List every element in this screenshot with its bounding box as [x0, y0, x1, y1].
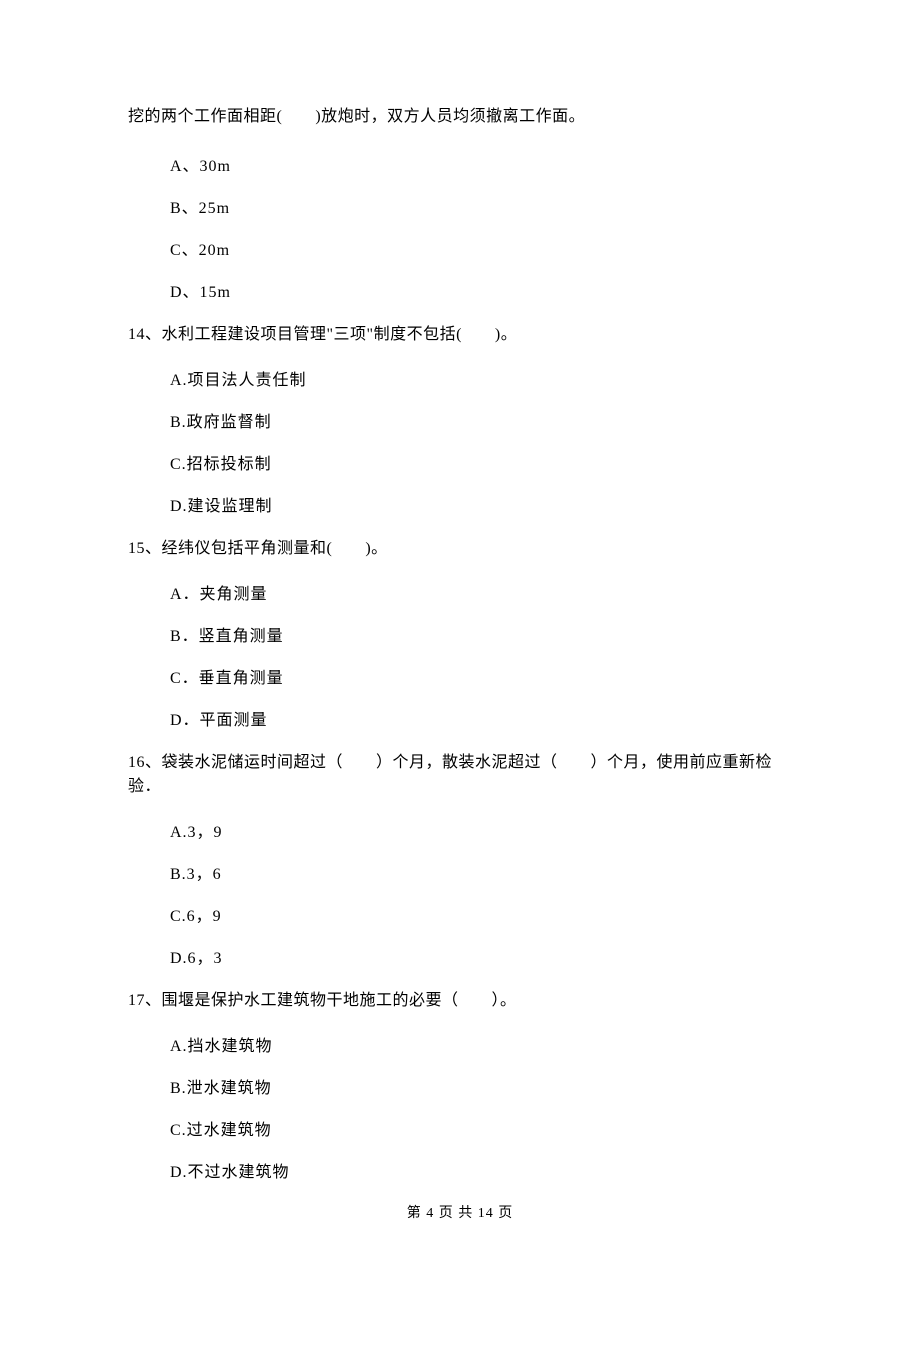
option-d: D.不过水建筑物	[170, 1161, 792, 1185]
option-c: C．垂直角测量	[170, 667, 792, 691]
question-fragment-continuation: 挖的两个工作面相距( )放炮时，双方人员均须撤离工作面。	[128, 105, 792, 129]
option-a: A.3，9	[170, 821, 792, 845]
option-a: A.项目法人责任制	[170, 369, 792, 393]
option-d: D、15m	[170, 281, 792, 305]
option-d: D.建设监理制	[170, 495, 792, 519]
option-b: B．竖直角测量	[170, 625, 792, 649]
option-a: A．夹角测量	[170, 583, 792, 607]
document-page: 挖的两个工作面相距( )放炮时，双方人员均须撤离工作面。 A、30m B、25m…	[0, 0, 920, 1345]
option-b: B.政府监督制	[170, 411, 792, 435]
option-b: B、25m	[170, 197, 792, 221]
option-a: A、30m	[170, 155, 792, 179]
question-17-stem: 17、围堰是保护水工建筑物干地施工的必要（ ）。	[128, 989, 792, 1013]
option-d: D.6，3	[170, 947, 792, 971]
question-14-stem: 14、水利工程建设项目管理"三项"制度不包括( )。	[128, 323, 792, 347]
option-d: D．平面测量	[170, 709, 792, 733]
option-c: C.招标投标制	[170, 453, 792, 477]
option-c: C、20m	[170, 239, 792, 263]
option-b: B.泄水建筑物	[170, 1077, 792, 1101]
option-c: C.过水建筑物	[170, 1119, 792, 1143]
option-b: B.3，6	[170, 863, 792, 887]
page-footer: 第 4 页 共 14 页	[128, 1203, 792, 1224]
question-16-stem: 16、袋装水泥储运时间超过（ ）个月，散装水泥超过（ ）个月，使用前应重新检验．	[128, 751, 792, 799]
question-15-stem: 15、经纬仪包括平角测量和( )。	[128, 537, 792, 561]
option-c: C.6，9	[170, 905, 792, 929]
option-a: A.挡水建筑物	[170, 1035, 792, 1059]
